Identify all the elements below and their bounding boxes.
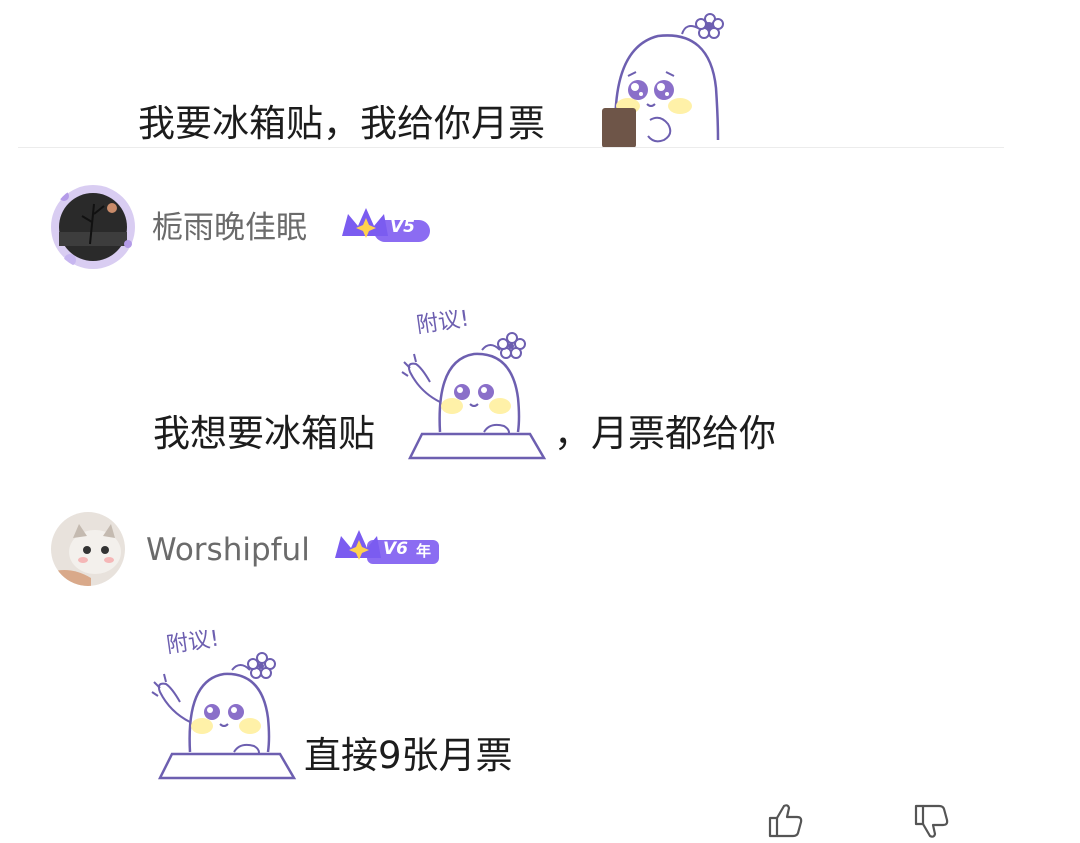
thumbs-up-icon[interactable] (766, 800, 806, 840)
ghost-phone-sticker (598, 8, 728, 148)
ghost-third-sticker: 附议! (150, 622, 300, 782)
level-badge-label: V6 (383, 539, 408, 559)
user-avatar[interactable] (51, 512, 125, 586)
comment-divider (18, 147, 1004, 148)
comment-text-continued: ，月票都给你 (554, 412, 776, 455)
thumbs-down-icon[interactable] (912, 802, 952, 842)
year-badge-label: 年 (416, 542, 432, 560)
comment-text: 我想要冰箱贴 (153, 412, 375, 455)
comment-text: 我要冰箱贴，我给你月票 (138, 102, 545, 145)
level-badge: V6 年 (333, 528, 441, 568)
user-avatar[interactable] (50, 184, 136, 270)
level-badge-label: V5 (390, 217, 415, 237)
level-badge: V5 (340, 206, 432, 246)
comment-author-name[interactable]: 栀雨晚佳眠 (152, 208, 307, 248)
comment-text: 直接9张月票 (304, 734, 513, 777)
comment-author-name[interactable]: Worshipful (146, 530, 310, 570)
ghost-second-sticker: 附议! (400, 302, 550, 462)
